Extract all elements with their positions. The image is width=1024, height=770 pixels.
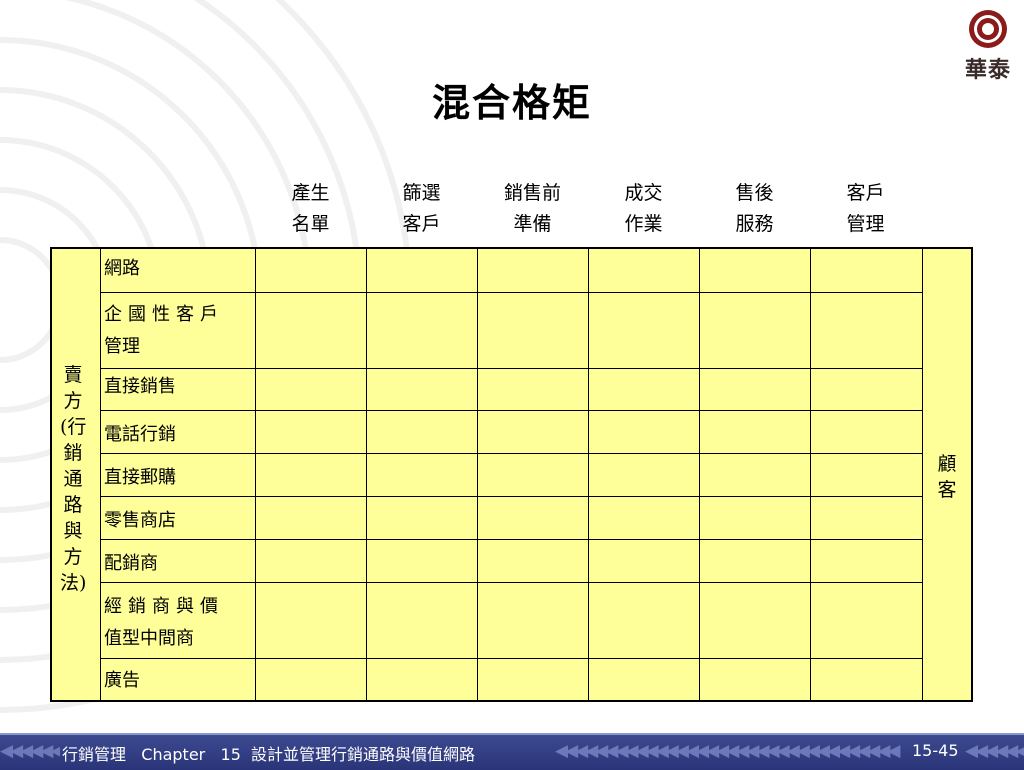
row-label: 電話行銷 [104,424,176,445]
row-label: 配銷商 [104,553,158,574]
column-header: 售後 服務 [735,182,774,235]
table-grid-line [100,368,922,369]
table-grid-line [100,539,922,540]
footer-text: 行銷管理 Chapter 15 設計並管理行銷通路與價值網路 [62,745,476,764]
table-grid-line [366,247,367,702]
table-border [50,247,973,249]
table-border [971,247,973,702]
table-grid-line [100,496,922,497]
table-grid-line [810,247,811,702]
table-border [50,247,52,702]
table-grid-line [100,658,922,659]
seller-label: 賣方(行銷通路與方法) [60,364,87,594]
column-header: 銷售前 準備 [503,182,561,235]
row-label: 廣告 [104,670,140,691]
arrow-pattern-icon: ◀◀◀◀◀◀ [0,741,60,761]
table-grid-line [477,247,478,702]
table-grid-line [922,247,923,702]
table-grid-line [699,247,700,702]
footer-bar: ◀◀◀◀◀◀ ◀◀◀◀◀◀◀◀◀◀◀◀◀◀◀◀◀◀◀◀◀◀◀◀◀◀◀◀◀◀◀◀◀… [0,733,1024,770]
row-label: 經銷商與價 [104,596,224,617]
row-label: 企國性客戶 [104,304,224,325]
table-grid-line [100,410,922,411]
row-label: 管理 [104,336,140,357]
table-border [50,700,973,702]
slide-title: 混合格矩 [431,80,592,125]
row-label: 值型中間商 [104,628,194,649]
customer-label: 顧客 [937,453,957,501]
row-label: 直接銷售 [104,376,176,397]
table-grid-line [255,247,256,702]
arrow-pattern-icon: ◀◀◀◀◀◀◀◀◀◀◀◀◀◀◀◀◀◀◀◀◀◀◀◀◀◀◀◀◀◀◀◀◀◀ [555,741,901,761]
table-grid-line [100,582,922,583]
row-label: 網路 [104,258,140,279]
row-label: 直接郵購 [104,467,176,488]
table-grid-line [588,247,589,702]
column-header: 篩選 客戶 [402,182,441,235]
table-grid-line [100,292,922,293]
row-label: 零售商店 [104,510,176,531]
page-number: 15-45 [912,741,959,760]
table-grid-line [100,247,101,702]
table-grid-line [100,453,922,454]
arrow-pattern-icon: ◀◀◀◀◀◀ [965,741,1024,761]
column-header: 成交 作業 [624,182,663,235]
column-header: 產生 名單 [291,182,330,235]
column-header: 客戶 管理 [846,182,885,235]
logo-ring-icon [969,10,1007,48]
